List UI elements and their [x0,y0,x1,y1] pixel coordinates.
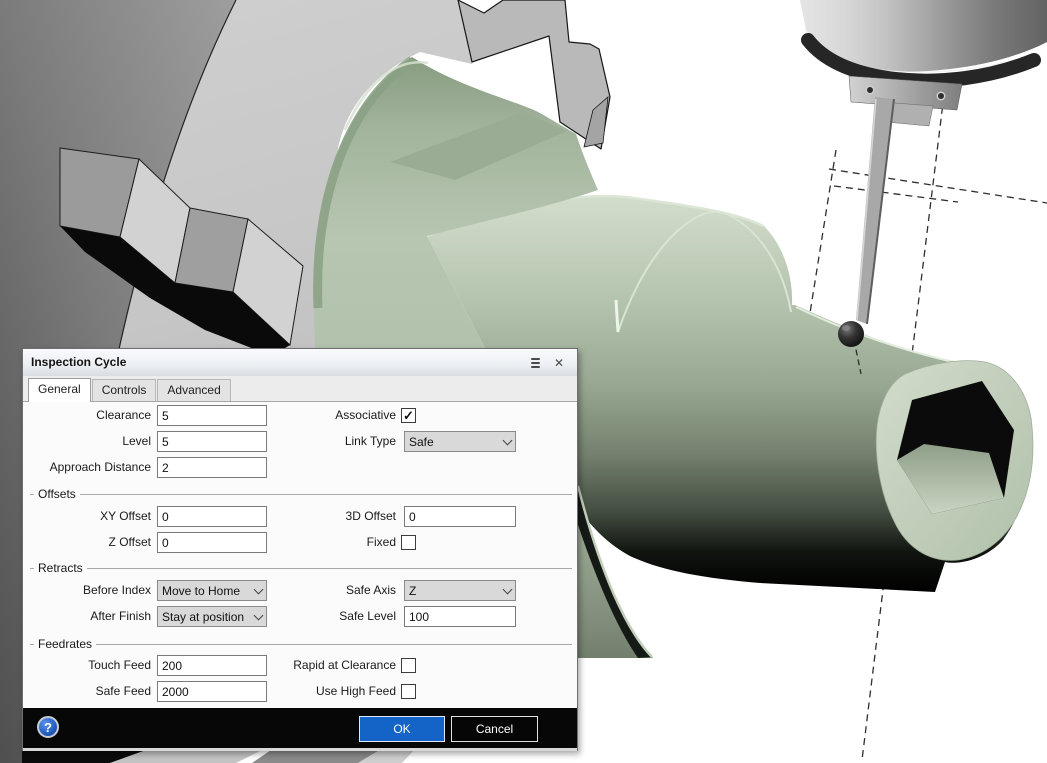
use-high-feed-checkbox[interactable] [401,684,416,699]
rapid-at-clearance-checkbox[interactable] [401,658,416,673]
touch-feed-input[interactable] [157,655,267,676]
safe-feed-input[interactable] [157,681,267,702]
after-finish-label: After Finish [23,606,151,627]
dialog-footer: ? OK Cancel [23,708,577,748]
touch-feed-label: Touch Feed [23,655,151,676]
dialog-bottom-strip [23,748,577,751]
3d-offset-label: 3D Offset [253,506,396,527]
retracts-group-label: Retracts [34,561,87,575]
dialog-title: Inspection Cycle [31,355,126,369]
close-icon[interactable]: ✕ [551,355,567,371]
link-type-value: Safe [409,435,504,449]
safe-level-label: Safe Level [253,606,396,627]
inspection-cycle-dialog: Inspection Cycle ✕ General Controls Adva… [22,348,578,751]
offsets-group-label: Offsets [34,487,80,501]
safe-level-input[interactable] [404,606,516,627]
after-finish-value: Stay at position [162,610,255,624]
safe-feed-label: Safe Feed [23,681,151,702]
fixed-checkbox[interactable] [401,535,416,550]
tab-advanced[interactable]: Advanced [157,379,230,401]
approach-distance-input[interactable] [157,457,267,478]
tab-bar: General Controls Advanced [23,376,577,402]
tab-controls[interactable]: Controls [92,379,157,401]
z-offset-input[interactable] [157,532,267,553]
level-input[interactable] [157,431,267,452]
link-type-dropdown[interactable]: Safe [404,431,516,452]
fixed-label: Fixed [253,532,396,553]
offsets-group: Offsets [30,494,572,495]
chevron-down-icon [503,435,513,445]
feedrates-group-label: Feedrates [34,637,96,651]
link-type-label: Link Type [253,431,396,452]
dialog-titlebar[interactable]: Inspection Cycle ✕ [23,349,577,377]
tab-general[interactable]: General [28,378,91,402]
chevron-down-icon [503,584,513,594]
cancel-button[interactable]: Cancel [451,716,538,742]
3d-offset-input[interactable] [404,506,516,527]
help-icon[interactable]: ? [37,716,59,738]
safe-axis-label: Safe Axis [253,580,396,601]
associative-checkbox[interactable]: ✓ [401,408,416,423]
before-index-value: Move to Home [162,584,255,598]
associative-label: Associative [253,405,396,426]
ok-button[interactable]: OK [359,716,445,742]
before-index-dropdown[interactable]: Move to Home [157,580,267,601]
after-finish-dropdown[interactable]: Stay at position [157,606,267,627]
menu-icon[interactable] [527,355,543,371]
xy-offset-input[interactable] [157,506,267,527]
level-label: Level [23,431,151,452]
clearance-input[interactable] [157,405,267,426]
probe-stylus-ball [838,321,864,347]
rapid-at-clearance-label: Rapid at Clearance [253,655,396,676]
use-high-feed-label: Use High Feed [253,681,396,702]
retracts-group: Retracts [30,568,572,569]
safe-axis-dropdown[interactable]: Z [404,580,516,601]
approach-distance-label: Approach Distance [23,457,151,478]
clearance-label: Clearance [23,405,151,426]
safe-axis-value: Z [409,584,504,598]
xy-offset-label: XY Offset [23,506,151,527]
feedrates-group: Feedrates [30,644,572,645]
z-offset-label: Z Offset [23,532,151,553]
before-index-label: Before Index [23,580,151,601]
